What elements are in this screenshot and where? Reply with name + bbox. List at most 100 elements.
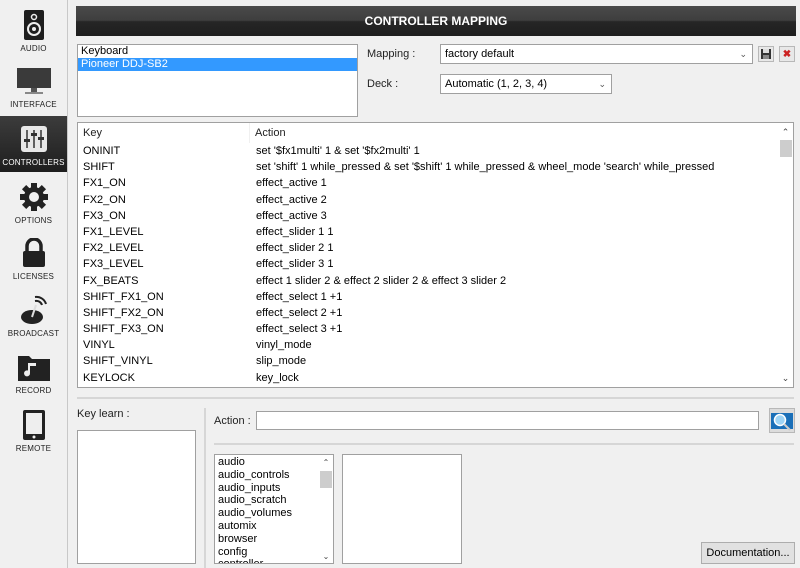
category-scrollbar[interactable]: ⌃ ⌄ [319,455,333,563]
page-title: CONTROLLER MAPPING [76,6,796,36]
mapping-select[interactable]: factory default ⌄ [440,44,753,64]
floppy-disk-icon [761,49,771,59]
table-row[interactable]: FX1_ON effect_active 1 [78,175,793,191]
mapping-label: Mapping : [367,48,416,60]
table-row[interactable]: FX2_LEVEL effect_slider 2 1 [78,240,793,256]
speaker-icon [14,8,54,42]
category-item[interactable]: controller [215,558,333,563]
scroll-up-icon[interactable]: ⌃ [778,125,793,139]
table-row[interactable]: SHIFT_FX3_ON effect_select 3 +1 [78,321,793,337]
category-item[interactable]: config [215,546,333,559]
tablet-icon [14,408,54,442]
scroll-up-icon[interactable]: ⌃ [319,458,333,467]
broadcast-dish-icon [14,293,54,327]
row-key: SHIFT_FX1_ON [83,290,164,303]
divider [204,408,206,568]
mixer-sliders-icon [14,122,54,156]
table-row[interactable]: FX_BEATS effect 1 slider 2 & effect 2 sli… [78,273,793,289]
category-list[interactable]: audio audio_controls audio_inputs audio_scr… [214,454,334,564]
sidebar-item-remote[interactable]: REMOTE [0,402,67,458]
row-key: FX2_ON [83,193,126,206]
deck-select[interactable]: Automatic (1, 2, 3, 4) ⌄ [440,74,612,94]
table-scrollbar[interactable]: ⌃ ⌄ [778,123,793,387]
column-header-action[interactable]: Action [250,123,286,143]
row-action: effect_slider 2 1 [256,242,334,255]
lock-icon [14,236,54,270]
sidebar-item-controllers[interactable]: CONTROLLERS [0,116,67,172]
table-row[interactable]: ONINIT set '$fx1multi' 1 & set '$fx2multi… [78,143,793,159]
row-action: set '$fx1multi' 1 & set '$fx2multi' 1 [256,145,420,157]
device-list[interactable]: Keyboard Pioneer DDJ-SB2 [77,44,358,117]
device-item-pioneer-ddj-sb2[interactable]: Pioneer DDJ-SB2 [78,58,357,71]
command-list[interactable] [342,454,462,564]
table-row[interactable]: FX2_ON effect_active 2 [78,192,793,208]
sidebar-item-label: RECORD [15,386,52,395]
scroll-down-icon[interactable]: ⌄ [778,371,793,385]
table-row[interactable]: SHIFT set 'shift' 1 while_pressed & set '… [78,159,793,175]
sidebar-item-options[interactable]: OPTIONS [0,174,67,230]
category-item[interactable]: audio_scratch [215,494,333,507]
category-item[interactable]: audio_inputs [215,482,333,495]
search-icon [771,412,793,431]
sidebar-item-audio[interactable]: AUDIO [0,2,67,58]
column-header-key[interactable]: Key [78,123,250,143]
scroll-down-icon[interactable]: ⌄ [319,552,333,561]
table-row[interactable]: SHIFT_VINYL slip_mode [78,353,793,369]
row-key: FX1_LEVEL [83,225,144,238]
row-key: FX3_ON [83,209,126,222]
row-key: ONINIT [83,145,121,157]
chevron-down-icon: ⌄ [739,49,747,59]
delete-mapping-button[interactable]: ✖ [779,46,795,62]
scrollbar-thumb[interactable] [780,140,792,157]
category-item[interactable]: audio [215,456,333,469]
key-learn-box[interactable] [77,430,196,564]
sidebar-item-interface[interactable]: INTERFACE [0,58,67,114]
row-action: key_lock [256,371,299,384]
documentation-button[interactable]: Documentation... [701,542,795,564]
row-action: effect_slider 1 1 [256,225,334,238]
category-item[interactable]: audio_volumes [215,507,333,520]
row-action: effect_active 3 [256,209,327,222]
sidebar-item-label: LICENSES [12,272,55,281]
scrollbar-thumb[interactable] [320,471,332,488]
table-row[interactable]: FX3_ON effect_active 3 [78,208,793,224]
sidebar-item-licenses[interactable]: LICENSES [0,230,67,286]
deck-select-value: Automatic (1, 2, 3, 4) [445,78,548,90]
save-mapping-button[interactable] [758,46,774,62]
row-action: effect_active 2 [256,193,327,206]
row-action: effect 1 slider 2 & effect 2 slider 2 & … [256,274,507,287]
mapping-table[interactable]: Key Action ONINIT set '$fx1multi' 1 & set… [77,122,794,388]
divider [214,443,794,445]
row-action: effect_select 2 +1 [256,306,343,319]
sidebar-item-record[interactable]: RECORD [0,344,67,400]
close-icon: ✖ [782,48,792,60]
row-key: SHIFT_VINYL [83,355,153,368]
search-button[interactable] [769,408,795,433]
table-row[interactable]: SHIFT_FX2_ON effect_select 2 +1 [78,305,793,321]
row-action: effect_select 3 +1 [256,323,343,336]
category-item[interactable]: browser [215,533,333,546]
music-folder-icon [14,350,54,384]
category-item[interactable]: audio_controls [215,469,333,482]
table-row[interactable]: FX3_LEVEL effect_slider 3 1 [78,256,793,272]
device-item-keyboard[interactable]: Keyboard [78,45,357,58]
row-action: vinyl_mode [256,339,312,352]
action-label: Action : [214,415,251,427]
sidebar-item-broadcast[interactable]: BROADCAST [0,287,67,343]
row-key: FX_BEATS [83,274,139,287]
deck-label: Deck : [367,78,399,90]
table-row[interactable]: SHIFT_FX1_ON effect_select 1 +1 [78,289,793,305]
mapping-select-value: factory default [445,48,515,60]
chevron-down-icon: ⌄ [598,79,606,89]
action-input[interactable] [256,411,759,430]
table-row[interactable]: KEYLOCK key_lock [78,370,793,386]
table-row[interactable]: FX1_LEVEL effect_slider 1 1 [78,224,793,240]
table-row[interactable]: VINYL vinyl_mode [78,337,793,353]
row-key: KEYLOCK [83,371,135,384]
category-item[interactable]: automix [215,520,333,533]
row-action: effect_select 1 +1 [256,290,343,303]
sidebar-item-label: REMOTE [15,444,52,453]
gear-icon [14,180,54,214]
row-action: effect_active 1 [256,177,327,190]
key-learn-label: Key learn : [77,408,130,420]
